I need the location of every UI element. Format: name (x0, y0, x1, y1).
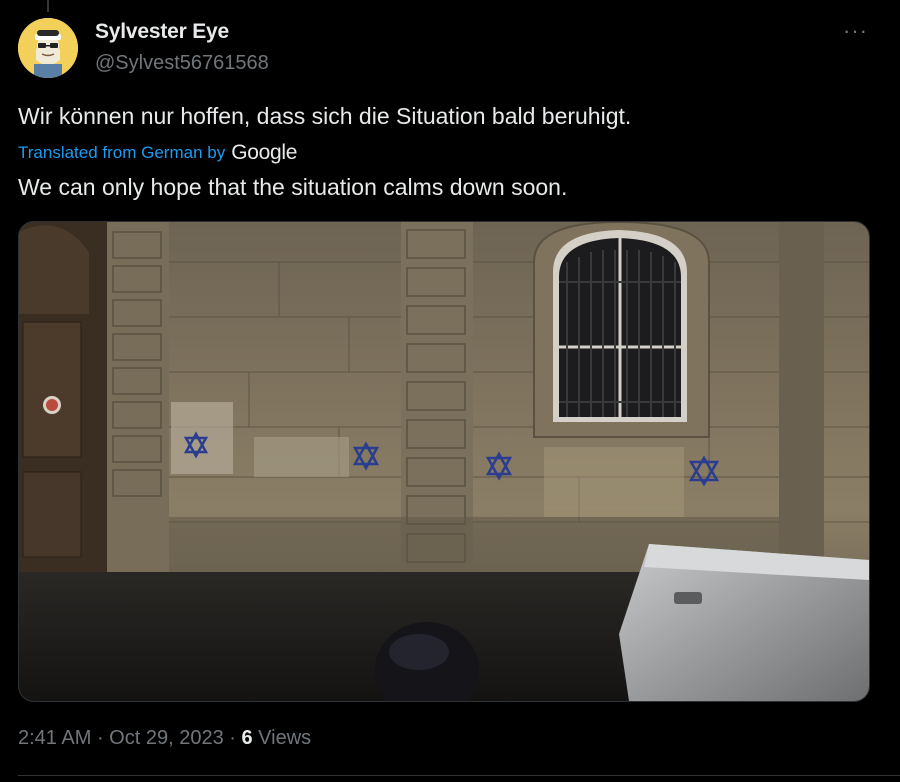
tweet-time[interactable]: 2:41 AM (18, 727, 91, 749)
thread-connector-line (47, 0, 49, 12)
more-horizontal-icon: ··· (843, 18, 868, 43)
avatar-illustration-icon (18, 18, 78, 78)
tweet-text: Wir können nur hoffen, dass sich die Sit… (18, 103, 632, 129)
author-name[interactable]: Sylvester Eye (95, 20, 229, 44)
translation-attribution[interactable]: Translated from German by Google (18, 141, 297, 165)
photo-graffiti-wall (19, 222, 869, 701)
more-options-button[interactable]: ··· (843, 18, 868, 44)
translated-from-label[interactable]: Translated from German by (18, 143, 225, 163)
divider (18, 775, 900, 776)
translator-name: Google (231, 141, 298, 164)
author-handle[interactable]: @Sylvest56761568 (95, 52, 269, 75)
tweet-date[interactable]: Oct 29, 2023 (109, 727, 224, 749)
meta-separator: · (223, 727, 242, 749)
tweet-photo[interactable] (18, 221, 870, 702)
tweet-meta: 2:41 AM · Oct 29, 2023 · 6 Views (18, 727, 311, 750)
views-count: 6 (241, 727, 253, 749)
views-label: Views (258, 727, 312, 749)
avatar[interactable] (18, 18, 78, 78)
translated-text: We can only hope that the situation calm… (18, 174, 568, 200)
meta-separator: · (91, 727, 110, 749)
